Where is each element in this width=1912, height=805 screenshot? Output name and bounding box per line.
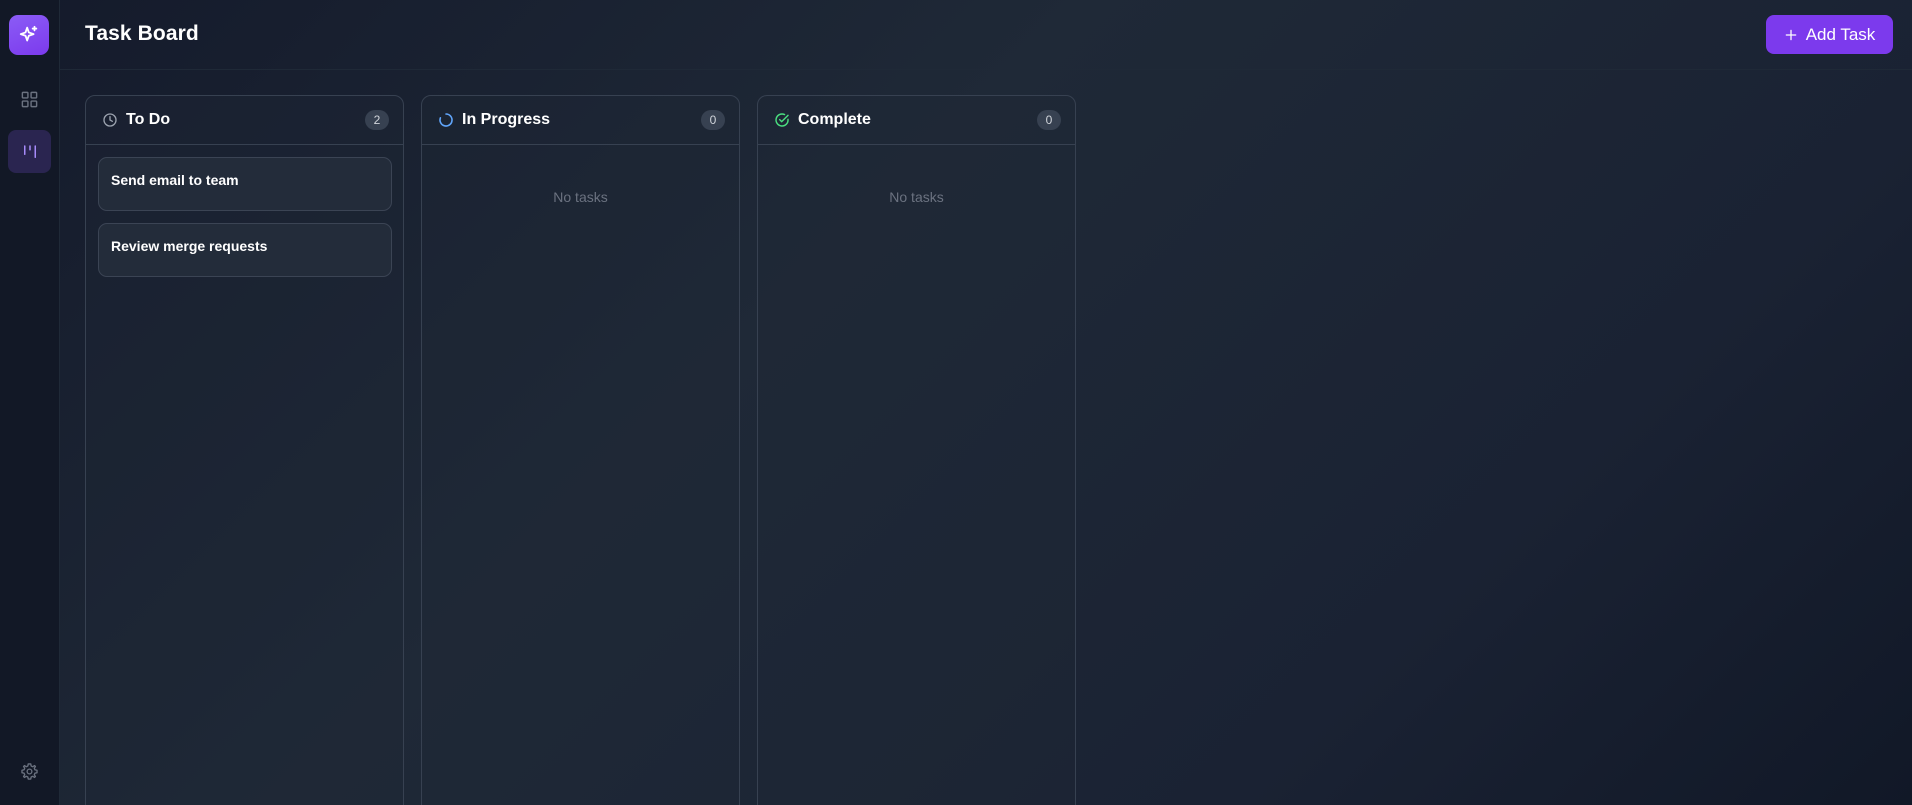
gear-icon <box>21 763 38 780</box>
clock-icon <box>103 113 117 127</box>
column-header: To Do 2 <box>86 96 403 145</box>
plus-icon <box>1785 29 1796 40</box>
column-body: No tasks <box>758 145 1075 217</box>
top-header: Task Board Add Task <box>60 0 1912 70</box>
column-title: Complete <box>798 111 871 128</box>
add-task-label: Add Task <box>1805 24 1876 44</box>
sparkles-icon <box>19 25 38 42</box>
sidebar-item-dashboard[interactable] <box>8 78 51 121</box>
page-title: Task Board <box>85 22 199 45</box>
column-todo: To Do 2 Send email to team Review merge … <box>85 95 404 805</box>
loading-icon <box>439 113 453 127</box>
app-root: Task Board Add Task To Do 2 Send email t… <box>0 0 1912 805</box>
check-circle-icon <box>775 113 789 127</box>
column-body: Send email to team Review merge requests <box>86 145 403 301</box>
sidebar <box>0 0 60 805</box>
column-body: No tasks <box>422 145 739 217</box>
app-logo[interactable] <box>9 15 49 55</box>
task-count-badge: 0 <box>701 110 725 130</box>
sidebar-item-board[interactable] <box>8 130 51 173</box>
kanban-board-icon <box>23 144 36 158</box>
empty-state-text: No tasks <box>889 189 944 205</box>
column-complete: Complete 0 No tasks <box>757 95 1076 805</box>
task-count-badge: 2 <box>365 110 389 130</box>
column-title: In Progress <box>462 111 551 128</box>
sidebar-item-settings[interactable] <box>8 750 51 793</box>
column-title: To Do <box>126 111 171 128</box>
task-count-badge: 0 <box>1037 110 1061 130</box>
column-in-progress: In Progress 0 No tasks <box>421 95 740 805</box>
column-header: Complete 0 <box>758 96 1075 145</box>
task-card[interactable]: Send email to team <box>98 157 392 211</box>
empty-state-text: No tasks <box>553 189 608 205</box>
column-header: In Progress 0 <box>422 96 739 145</box>
dashboard-grid-icon <box>21 91 38 108</box>
task-card[interactable]: Review merge requests <box>98 223 392 277</box>
add-task-button[interactable]: Add Task <box>1766 15 1893 54</box>
